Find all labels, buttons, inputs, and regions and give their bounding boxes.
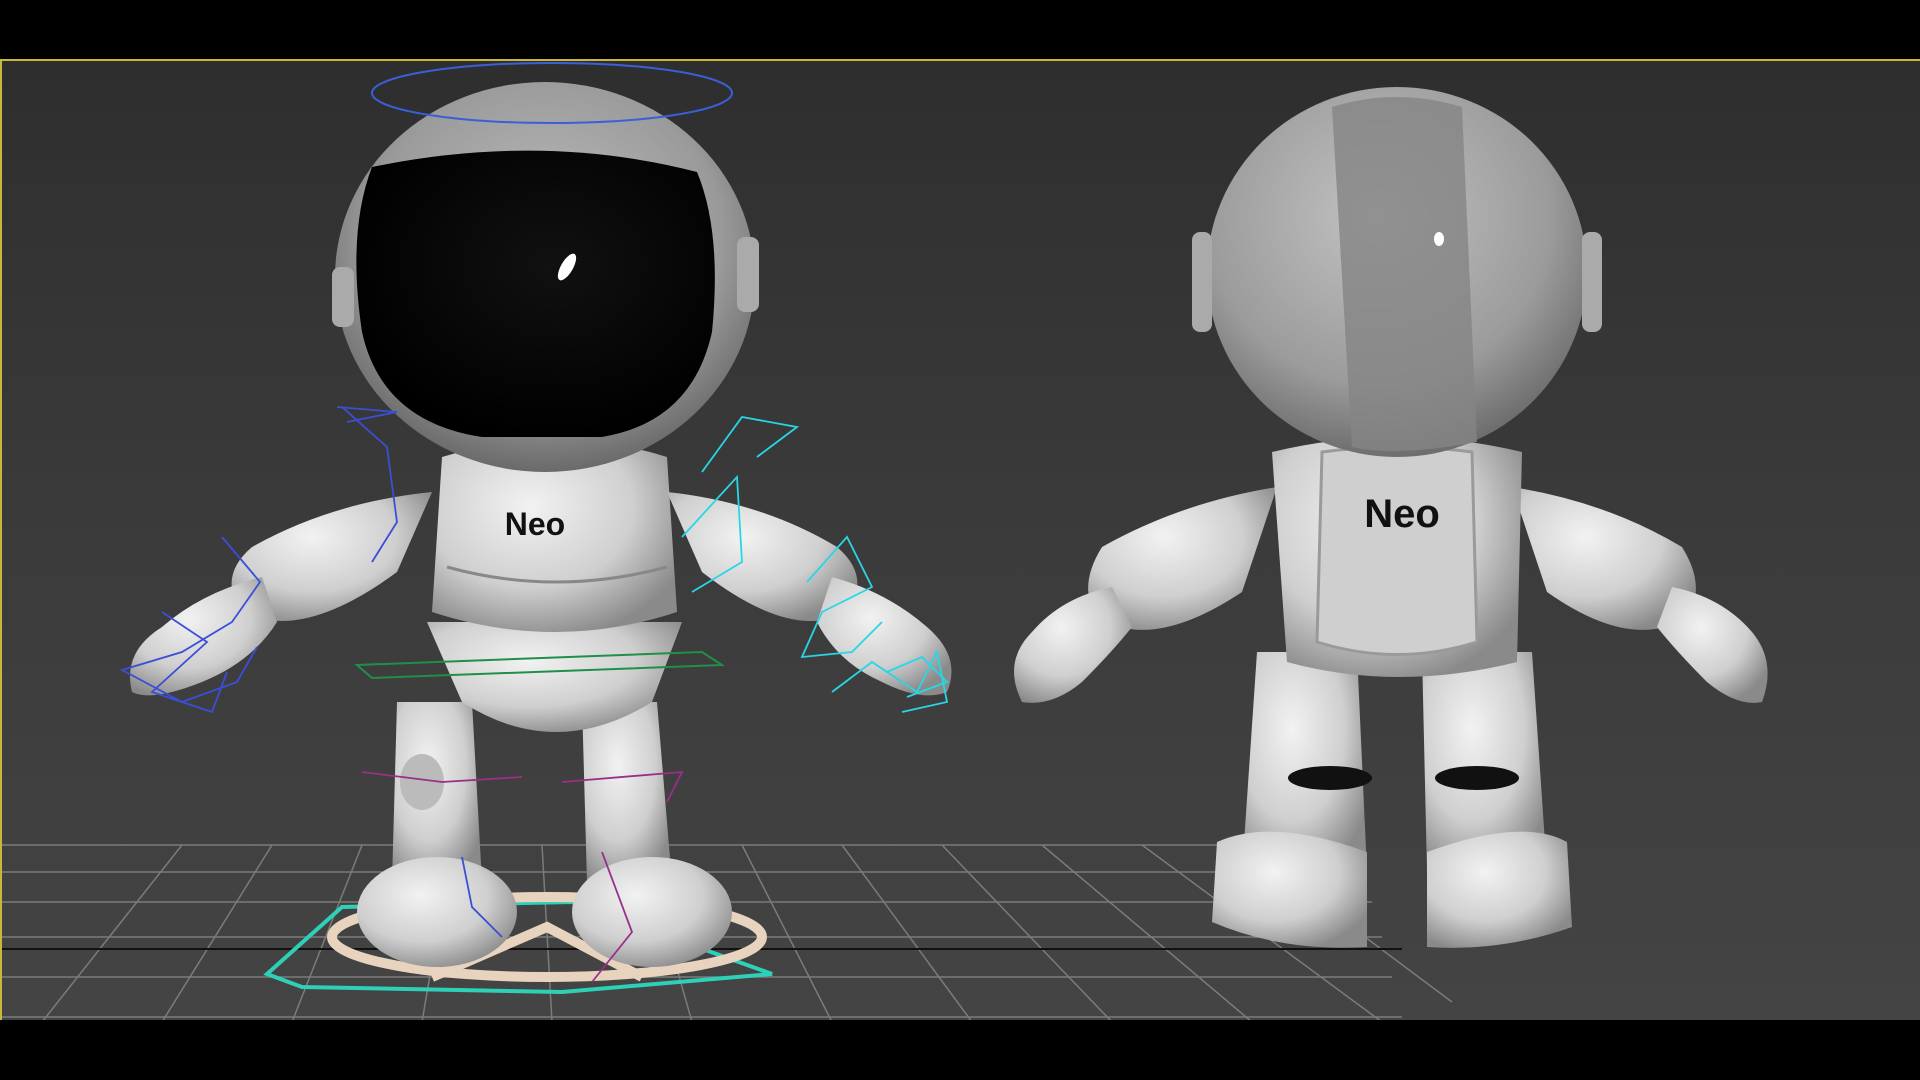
viewport-scene: Neo Neo xyxy=(2,62,1768,1020)
letterbox-top xyxy=(0,0,1920,59)
back-helmet-highlight xyxy=(1434,232,1444,246)
back-torso: Neo xyxy=(1272,437,1522,677)
back-helmet xyxy=(1192,87,1602,457)
chest-logo: Neo xyxy=(505,506,565,542)
back-right-arm xyxy=(1512,487,1768,703)
back-knee-joint-right xyxy=(1435,766,1519,790)
back-left-arm xyxy=(1014,487,1277,703)
3d-viewport[interactable]: Neo Neo xyxy=(0,59,1920,1020)
back-logo: Neo xyxy=(1364,492,1440,536)
back-character[interactable]: Neo xyxy=(1014,87,1768,948)
backpack xyxy=(1315,445,1479,656)
back-legs xyxy=(1212,652,1572,948)
back-knee-joint-left xyxy=(1288,766,1372,790)
front-character[interactable]: Neo xyxy=(119,62,952,995)
helmet-visor xyxy=(356,150,715,437)
front-helmet xyxy=(332,82,759,472)
letterbox-bottom xyxy=(0,1020,1920,1080)
